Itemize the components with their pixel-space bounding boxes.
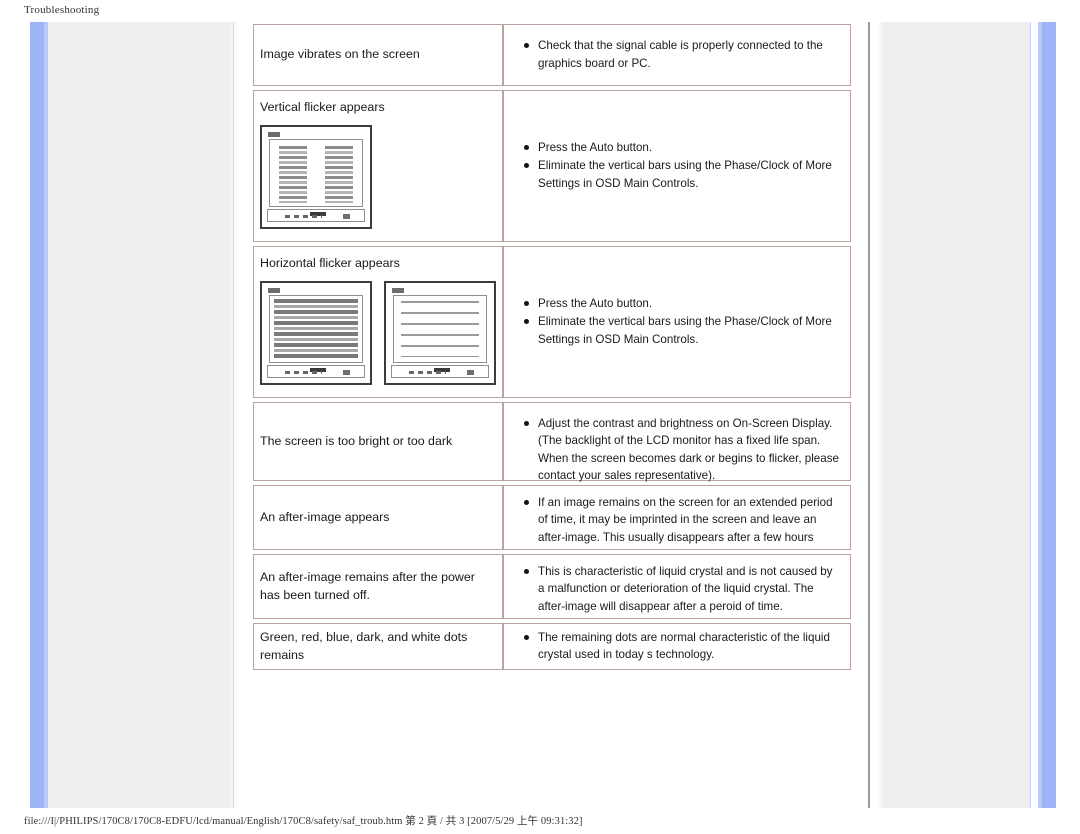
solution-cell: Press the Auto button. Eliminate the ver…	[503, 90, 851, 242]
monitor-screen	[393, 294, 487, 363]
solution-list: Check that the signal cable is properly …	[508, 37, 842, 73]
right-thin-rule	[1030, 22, 1031, 808]
illustration-group	[260, 124, 498, 229]
monitor-screen	[269, 138, 363, 207]
right-panel-fade	[877, 22, 884, 808]
list-item: If an image remains on the screen for an…	[524, 494, 842, 546]
solution-cell: Check that the signal cable is properly …	[503, 24, 851, 86]
list-item: Press the Auto button.	[524, 139, 842, 156]
table-row: An after-image appears If an image remai…	[253, 485, 851, 550]
symptom-cell: An after-image remains after the power h…	[253, 554, 503, 619]
symptom-label: Image vibrates on the screen	[260, 47, 420, 61]
left-accent-bar	[30, 22, 44, 808]
solution-list: Press the Auto button. Eliminate the ver…	[508, 295, 842, 349]
print-header: Troubleshooting	[24, 4, 100, 16]
monitor-base	[267, 208, 365, 222]
symptom-cell: Image vibrates on the screen	[253, 24, 503, 86]
solution-list: If an image remains on the screen for an…	[508, 494, 842, 547]
symptom-cell: An after-image appears	[253, 485, 503, 550]
table-row: Image vibrates on the screen Check that …	[253, 24, 851, 86]
solution-cell: If an image remains on the screen for an…	[503, 485, 851, 550]
symptom-cell: Horizontal flicker appears	[253, 246, 503, 398]
right-accent-bar	[1042, 22, 1056, 808]
content-left-rule	[233, 22, 234, 808]
list-item: Adjust the contrast and brightness on On…	[524, 415, 842, 485]
list-item: Eliminate the vertical bars using the Ph…	[524, 157, 842, 192]
content-right-rule	[868, 22, 870, 808]
list-item: This is characteristic of liquid crystal…	[524, 563, 842, 615]
list-item: The remaining dots are normal characteri…	[524, 629, 842, 664]
table-row: An after-image remains after the power h…	[253, 554, 851, 619]
monitor-screen	[269, 294, 363, 363]
vertical-bars-monitor-icon	[260, 124, 372, 229]
solution-list: This is characteristic of liquid crystal…	[508, 563, 842, 616]
troubleshooting-table: Image vibrates on the screen Check that …	[253, 24, 851, 670]
main-content-column: Image vibrates on the screen Check that …	[239, 22, 867, 808]
symptom-cell: The screen is too bright or too dark	[253, 402, 503, 481]
symptom-label: Green, red, blue, dark, and white dots r…	[260, 629, 468, 662]
table-row: The screen is too bright or too dark Adj…	[253, 402, 851, 482]
solution-list: Adjust the contrast and brightness on On…	[508, 415, 842, 486]
solution-cell: The remaining dots are normal characteri…	[503, 623, 851, 670]
clean-screen-monitor-icon	[384, 280, 496, 385]
philips-logo-icon	[268, 131, 280, 137]
symptom-label: An after-image remains after the power h…	[260, 569, 475, 602]
solution-cell: Press the Auto button. Eliminate the ver…	[503, 246, 851, 398]
table-row: Vertical flicker appears Press the Auto …	[253, 90, 851, 242]
illustration-group	[260, 280, 498, 385]
symptom-label: An after-image appears	[260, 509, 390, 524]
print-footer: file:///I|/PHILIPS/170C8/170C8-EDFU/lcd/…	[24, 816, 583, 827]
monitor-base	[391, 364, 489, 378]
monitor-base	[267, 364, 365, 378]
symptom-label: The screen is too bright or too dark	[260, 433, 453, 448]
horizontal-bars-monitor-icon	[260, 280, 372, 385]
table-row: Horizontal flicker appears Press the Aut…	[253, 246, 851, 398]
list-item: Eliminate the vertical bars using the Ph…	[524, 313, 842, 348]
philips-logo-icon	[392, 287, 404, 293]
solution-list: The remaining dots are normal characteri…	[508, 629, 842, 665]
page-canvas: Image vibrates on the screen Check that …	[30, 22, 1056, 808]
symptom-cell: Green, red, blue, dark, and white dots r…	[253, 623, 503, 670]
list-item: Check that the signal cable is properly …	[524, 37, 842, 72]
solution-list: Press the Auto button. Eliminate the ver…	[508, 139, 842, 193]
list-item: Press the Auto button.	[524, 295, 842, 312]
table-row: Green, red, blue, dark, and white dots r…	[253, 623, 851, 670]
symptom-label: Horizontal flicker appears	[260, 256, 400, 270]
right-panel	[884, 22, 1030, 808]
left-nav-panel	[48, 22, 227, 808]
symptom-label: Vertical flicker appears	[260, 100, 385, 114]
philips-logo-icon	[268, 287, 280, 293]
symptom-cell: Vertical flicker appears	[253, 90, 503, 242]
solution-cell: Adjust the contrast and brightness on On…	[503, 402, 851, 482]
solution-cell: This is characteristic of liquid crystal…	[503, 554, 851, 619]
